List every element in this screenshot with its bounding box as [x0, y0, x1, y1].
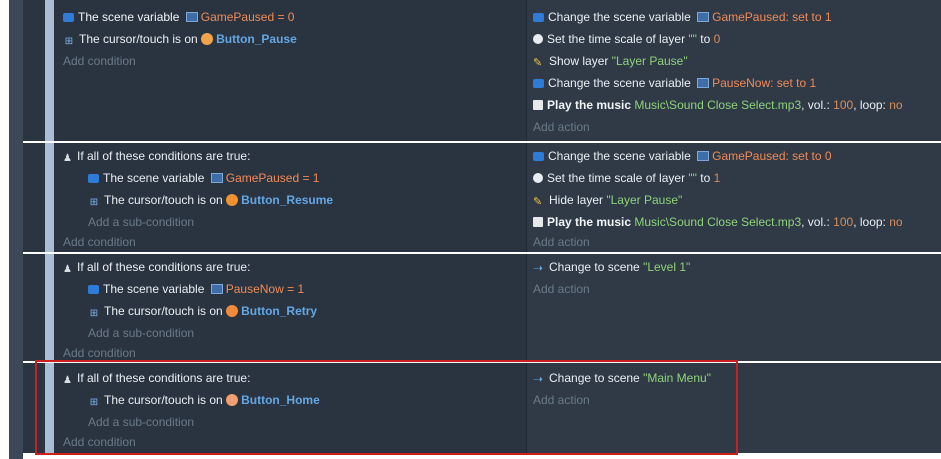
time-icon [533, 173, 543, 183]
condition-group-header[interactable]: ♟ If all of these conditions are true: [63, 256, 250, 278]
cursor-icon: ⊞ [89, 197, 99, 208]
condition-group-header[interactable]: ♟ If all of these conditions are true: [63, 367, 250, 389]
event-block-1[interactable]: ♟ If all of these conditions are true: Th… [23, 143, 941, 252]
event-drag-handle[interactable] [45, 0, 54, 141]
action-row[interactable]: ➝ Change to scene "Level 1" [533, 256, 690, 278]
conditions-column: ♟ If all of these conditions are true: Th… [54, 254, 527, 361]
retry-button-object-icon [226, 305, 239, 317]
time-icon [533, 34, 543, 44]
add-action-link[interactable]: Add action [533, 231, 590, 253]
cursor-icon: ⊞ [64, 36, 74, 47]
sub-condition-row[interactable]: The scene variable GamePaused = 1 [88, 167, 319, 189]
actions-column: Change the scene variable GamePaused: se… [527, 143, 941, 252]
group-icon: ♟ [63, 375, 72, 386]
add-sub-condition-link[interactable]: Add a sub-condition [88, 211, 194, 233]
action-row[interactable]: ✎ Hide layer "Layer Pause" [533, 189, 682, 211]
conditions-column: ♟ If all of these conditions are true: Th… [54, 143, 527, 252]
variable-icon [533, 79, 544, 88]
actions-column: ➝ Change to scene "Main Menu" Add action [527, 363, 941, 453]
cursor-icon: ⊞ [89, 308, 99, 319]
scene-variable-icon [697, 151, 710, 161]
action-row[interactable]: Change the scene variable PauseNow: set … [533, 72, 816, 94]
add-condition-link[interactable]: Add condition [63, 50, 136, 72]
variable-icon [533, 152, 544, 161]
variable-icon [88, 174, 99, 183]
action-row[interactable]: ➝ Change to scene "Main Menu" [533, 367, 711, 389]
scene-change-icon: ➝ [533, 372, 544, 386]
sub-condition-row[interactable]: ⊞ The cursor/touch is on Button_Retry [88, 300, 317, 322]
event-gutter [9, 0, 23, 459]
add-action-link[interactable]: Add action [533, 389, 590, 411]
music-icon [533, 217, 543, 227]
add-sub-condition-link[interactable]: Add a sub-condition [88, 322, 194, 344]
action-row[interactable]: Change the scene variable GamePaused: se… [533, 6, 832, 28]
add-condition-link[interactable]: Add condition [63, 431, 136, 453]
layer-icon: ✎ [533, 196, 543, 208]
cursor-icon: ⊞ [89, 397, 99, 408]
action-row[interactable]: Set the time scale of layer "" to 0 [533, 28, 720, 50]
add-condition-link[interactable]: Add condition [63, 231, 136, 253]
action-row[interactable]: Change the scene variable GamePaused: se… [533, 145, 832, 167]
event-drag-handle[interactable] [45, 143, 54, 252]
action-row[interactable]: ✎ Show layer "Layer Pause" [533, 50, 688, 72]
variable-icon [533, 13, 544, 22]
actions-column: Change the scene variable GamePaused: se… [527, 0, 941, 141]
group-icon: ♟ [63, 153, 72, 164]
event-block-2[interactable]: ♟ If all of these conditions are true: Th… [23, 254, 941, 361]
sub-condition-row[interactable]: ⊞ The cursor/touch is on Button_Resume [88, 189, 333, 211]
add-action-link[interactable]: Add action [533, 116, 590, 138]
action-row[interactable]: Set the time scale of layer "" to 1 [533, 167, 720, 189]
home-button-object-icon [226, 394, 239, 406]
sub-condition-row[interactable]: ⊞ The cursor/touch is on Button_Home [88, 389, 320, 411]
event-block-3[interactable]: ♟ If all of these conditions are true: ⊞ T… [23, 363, 941, 453]
scene-variable-icon [697, 12, 710, 22]
scene-variable-icon [185, 12, 198, 22]
conditions-column: ♟ If all of these conditions are true: ⊞ T… [54, 363, 527, 453]
event-sheet: The scene variable GamePaused = 0 ⊞ The c… [0, 0, 941, 459]
action-row[interactable]: Play the music Music\Sound Close Select.… [533, 211, 903, 233]
add-condition-link[interactable]: Add condition [63, 342, 136, 364]
condition-row[interactable]: ⊞ The cursor/touch is on Button_Pause [63, 28, 297, 50]
resume-button-object-icon [226, 194, 239, 206]
variable-icon [63, 13, 74, 22]
add-action-link[interactable]: Add action [533, 278, 590, 300]
event-block-0[interactable]: The scene variable GamePaused = 0 ⊞ The c… [23, 0, 941, 141]
add-sub-condition-link[interactable]: Add a sub-condition [88, 411, 194, 433]
variable-icon [88, 285, 99, 294]
sub-condition-row[interactable]: The scene variable PauseNow = 1 [88, 278, 304, 300]
actions-column: ➝ Change to scene "Level 1" Add action [527, 254, 941, 361]
music-icon [533, 100, 543, 110]
condition-row[interactable]: The scene variable GamePaused = 0 [63, 6, 294, 28]
event-drag-handle[interactable] [45, 254, 54, 361]
scene-variable-icon [210, 173, 223, 183]
group-icon: ♟ [63, 264, 72, 275]
scene-variable-icon [210, 284, 223, 294]
scene-change-icon: ➝ [533, 261, 544, 275]
action-row[interactable]: Play the music Music\Sound Close Select.… [533, 94, 903, 116]
scene-variable-icon [697, 78, 710, 88]
layer-icon: ✎ [533, 57, 543, 69]
event-drag-handle[interactable] [45, 363, 54, 453]
condition-group-header[interactable]: ♟ If all of these conditions are true: [63, 145, 250, 167]
pause-button-object-icon [201, 33, 214, 45]
conditions-column: The scene variable GamePaused = 0 ⊞ The c… [54, 0, 527, 141]
